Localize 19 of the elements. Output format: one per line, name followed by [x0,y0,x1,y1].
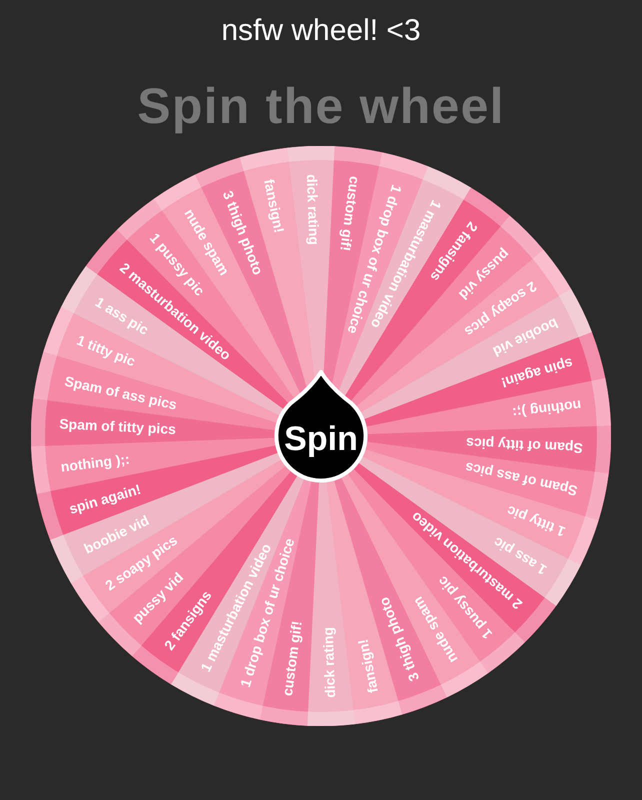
segment-label: nothing );: [512,397,582,422]
segment-label: Spam of ass pics [63,372,178,413]
segment-label: spin again! [499,355,575,392]
segment-label: custom gif! [337,175,363,252]
segment-label: dick rating [304,174,322,246]
segment-label: dick rating [320,626,338,698]
segment-label: nothing );: [60,450,130,475]
segment-label: custom gif! [279,620,305,697]
segment-label: Spam of ass pics [464,459,579,500]
segment-label: fansign! [354,638,381,694]
spin-button[interactable]: Spin [274,370,368,482]
segment-label: Spam of titty pics [466,434,584,456]
segment-label: Spam of titty pics [58,416,176,438]
caption: nsfw wheel! <3 [221,13,421,49]
segment-label: fansign! [261,178,288,234]
segment-label: 1 titty pic [504,502,568,540]
segment-label: 1 titty pic [74,332,138,370]
heading: Spin the wheel [137,78,505,134]
segment-label: spin again! [67,480,143,517]
